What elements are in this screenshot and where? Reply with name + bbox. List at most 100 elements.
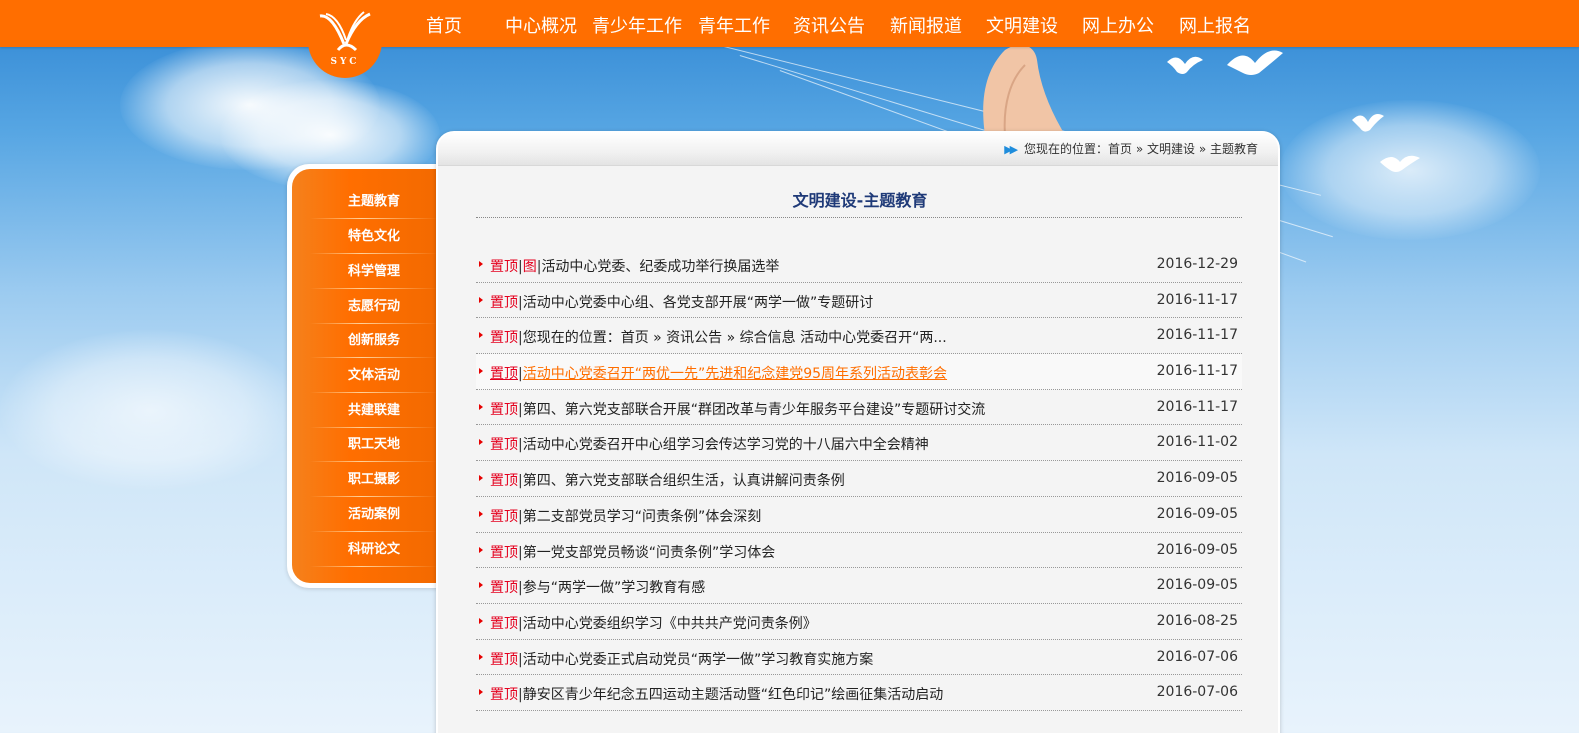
- article-row: 置顶|第一党支部党员畅谈“问责条例”学习体会 2016-09-05: [476, 533, 1242, 569]
- article-title-group[interactable]: 置顶|活动中心党委正式启动党员“两学一做”学习教育实施方案: [490, 649, 873, 669]
- article-title-group[interactable]: 置顶|第二支部党员学习“问责条例”体会深刻: [490, 506, 761, 526]
- article-date: 2016-11-17: [1156, 398, 1238, 415]
- sidebar-item-theme-education[interactable]: 主题教育: [310, 185, 438, 219]
- sidebar-item-sports-culture[interactable]: 文体活动: [310, 359, 438, 393]
- article-row: 置顶|活动中心党委组织学习《中共共产党问责条例》 2016-08-25: [476, 604, 1242, 640]
- panel-header: ▶▶ 您现在的位置：首页 » 文明建设 » 主题教育: [438, 133, 1278, 166]
- breadcrumb-home-link[interactable]: 首页: [1108, 142, 1132, 156]
- nav-item-center-overview[interactable]: 中心概况: [505, 12, 577, 38]
- article-row: 置顶|图|活动中心党委、纪委成功举行换届选举 2016-12-29: [476, 247, 1242, 283]
- nav-item-youth-work[interactable]: 青少年工作: [592, 12, 682, 38]
- nav-item-news[interactable]: 新闻报道: [890, 12, 962, 38]
- red-triangle-bullet-icon: [479, 261, 483, 267]
- red-triangle-bullet-icon: [479, 475, 483, 482]
- article-title-link[interactable]: 活动中心党委中心组、各党支部开展“两学一做”专题研讨: [523, 295, 874, 311]
- breadcrumb-current-link[interactable]: 主题教育: [1210, 142, 1258, 156]
- article-title-link[interactable]: 第四、第六党支部联合开展“群团改革与青少年服务平台建设”专题研讨交流: [523, 402, 986, 418]
- pinned-tag: 置顶: [490, 366, 518, 383]
- article-title-group[interactable]: 置顶|静安区青少年纪念五四运动主题活动暨“红色印记”绘画征集活动启动: [490, 684, 943, 704]
- sidebar-item-staff-photography[interactable]: 职工摄影: [310, 463, 438, 497]
- red-triangle-bullet-icon: [479, 439, 483, 446]
- article-title-link[interactable]: 活动中心党委召开中心组学习会传达学习党的十八届六中全会精神: [523, 437, 929, 453]
- article-title-link[interactable]: 活动中心党委正式启动党员“两学一做”学习教育实施方案: [523, 652, 874, 668]
- sidebar-item-activity-cases[interactable]: 活动案例: [310, 498, 438, 532]
- article-title-group[interactable]: 置顶|第一党支部党员畅谈“问责条例”学习体会: [490, 542, 775, 562]
- nav-item-online-registration[interactable]: 网上报名: [1179, 12, 1251, 38]
- article-title-link[interactable]: 您现在的位置：首页 » 资讯公告 » 综合信息 活动中心党委召开“两...: [523, 330, 947, 346]
- red-triangle-bullet-icon: [479, 510, 483, 517]
- article-date: 2016-12-29: [1156, 256, 1238, 272]
- article-date: 2016-11-17: [1156, 363, 1238, 380]
- pinned-tag: 置顶: [490, 294, 518, 311]
- pinned-tag: 置顶: [490, 580, 518, 597]
- pinned-tag: 置顶: [490, 259, 518, 275]
- red-triangle-bullet-icon: [479, 403, 483, 410]
- hands-illustration-icon: [983, 44, 1065, 135]
- dove-icon: [1352, 114, 1384, 132]
- breadcrumb-prefix: 您现在的位置：: [1023, 142, 1108, 156]
- pinned-tag: 置顶: [490, 508, 518, 525]
- nav-item-online-office[interactable]: 网上办公: [1082, 12, 1154, 38]
- sidebar-item-scientific-management[interactable]: 科学管理: [310, 255, 438, 289]
- article-title-group[interactable]: 置顶|第四、第六党支部联合开展“群团改革与青少年服务平台建设”专题研讨交流: [490, 399, 985, 419]
- pinned-tag: 置顶: [490, 651, 518, 668]
- sidebar-item-featured-culture[interactable]: 特色文化: [310, 220, 438, 254]
- article-title-link[interactable]: 活动中心党委组织学习《中共共产党问责条例》: [523, 616, 817, 632]
- article-row: 置顶|静安区青少年纪念五四运动主题活动暨“红色印记”绘画征集活动启动 2016-0…: [476, 675, 1242, 711]
- article-title-group[interactable]: 置顶|活动中心党委召开中心组学习会传达学习党的十八届六中全会精神: [490, 434, 929, 454]
- nav-item-civilization[interactable]: 文明建设: [986, 12, 1058, 38]
- dove-icon: [1380, 155, 1420, 172]
- logo-text: SYC: [330, 57, 360, 67]
- article-title-group[interactable]: 置顶|活动中心党委召开“两优一先”先进和纪念建党95周年系列活动表彰会: [490, 363, 947, 383]
- red-triangle-bullet-icon: [479, 582, 483, 589]
- article-title-link[interactable]: 静安区青少年纪念五四运动主题活动暨“红色印记”绘画征集活动启动: [523, 687, 944, 703]
- nav-item-young-adult-work[interactable]: 青年工作: [698, 12, 770, 38]
- sidebar-item-research-papers[interactable]: 科研论文: [310, 533, 438, 567]
- article-title-group[interactable]: 置顶|活动中心党委组织学习《中共共产党问责条例》: [490, 613, 817, 633]
- article-list: 置顶|图|活动中心党委、纪委成功举行换届选举 2016-12-29 置顶|活动中心党…: [476, 247, 1242, 711]
- sidebar-item-volunteer-action[interactable]: 志愿行动: [310, 290, 438, 324]
- sidebar: 主题教育 特色文化 科学管理 志愿行动 创新服务 文体活动 共建联建 职工天地 …: [292, 169, 438, 583]
- sidebar-item-innovative-service[interactable]: 创新服务: [310, 324, 438, 358]
- article-date: 2016-07-06: [1156, 648, 1238, 665]
- article-date: 2016-11-17: [1156, 327, 1238, 344]
- nav-item-announcements[interactable]: 资讯公告: [793, 12, 865, 38]
- article-row: 置顶|第四、第六党支部联合开展“群团改革与青少年服务平台建设”专题研讨交流 201…: [476, 390, 1242, 426]
- article-row: 置顶|活动中心党委中心组、各党支部开展“两学一做”专题研讨 2016-11-17: [476, 283, 1242, 319]
- cloud: [0, 330, 300, 490]
- article-title-group[interactable]: 置顶|第四、第六党支部联合组织生活，认真讲解问责条例: [490, 470, 845, 490]
- pinned-tag: 置顶: [490, 544, 518, 561]
- article-title-group[interactable]: 置顶|您现在的位置：首页 » 资讯公告 » 综合信息 活动中心党委召开“两...: [490, 327, 947, 347]
- logo-emblem-icon: [319, 11, 371, 52]
- red-triangle-bullet-icon: [479, 617, 483, 624]
- red-triangle-bullet-icon: [479, 546, 483, 553]
- article-title-group[interactable]: 置顶|活动中心党委中心组、各党支部开展“两学一做”专题研讨: [490, 292, 873, 312]
- article-title-link[interactable]: 第二支部党员学习“问责条例”体会深刻: [523, 509, 762, 525]
- breadcrumb-section-link[interactable]: 文明建设: [1147, 142, 1195, 156]
- article-title-group[interactable]: 置顶|参与“两学一做”学习教育有感: [490, 577, 705, 597]
- article-title-link[interactable]: 活动中心党委召开“两优一先”先进和纪念建党95周年系列活动表彰会: [523, 366, 947, 382]
- red-triangle-bullet-icon: [479, 332, 483, 339]
- article-title-link[interactable]: 活动中心党委、纪委成功举行换届选举: [541, 259, 779, 275]
- article-date: 2016-11-17: [1156, 291, 1238, 308]
- article-title-group[interactable]: 置顶|图|活动中心党委、纪委成功举行换届选举: [490, 256, 779, 276]
- image-tag: 图: [522, 259, 537, 275]
- red-triangle-bullet-icon: [479, 296, 483, 303]
- sidebar-item-joint-building[interactable]: 共建联建: [310, 394, 438, 428]
- article-title-link[interactable]: 第一党支部党员畅谈“问责条例”学习体会: [523, 545, 776, 561]
- article-title-link[interactable]: 第四、第六党支部联合组织生活，认真讲解问责条例: [523, 473, 845, 489]
- red-triangle-bullet-icon: [479, 368, 483, 375]
- site-logo[interactable]: SYC: [308, 0, 382, 78]
- nav-item-home[interactable]: 首页: [426, 12, 462, 38]
- article-date: 2016-08-25: [1156, 612, 1238, 629]
- article-date: 2016-09-05: [1156, 577, 1238, 594]
- title-divider: [476, 217, 1242, 218]
- article-date: 2016-07-06: [1156, 684, 1238, 701]
- pinned-tag: 置顶: [490, 687, 518, 704]
- breadcrumb-separator: »: [1132, 142, 1147, 156]
- article-date: 2016-09-05: [1156, 505, 1238, 522]
- sidebar-item-staff-world[interactable]: 职工天地: [310, 428, 438, 462]
- article-title-link[interactable]: 参与“两学一做”学习教育有感: [523, 580, 706, 596]
- article-row: 置顶|活动中心党委正式启动党员“两学一做”学习教育实施方案 2016-07-06: [476, 640, 1242, 676]
- article-row: 置顶|第二支部党员学习“问责条例”体会深刻 2016-09-05: [476, 497, 1242, 533]
